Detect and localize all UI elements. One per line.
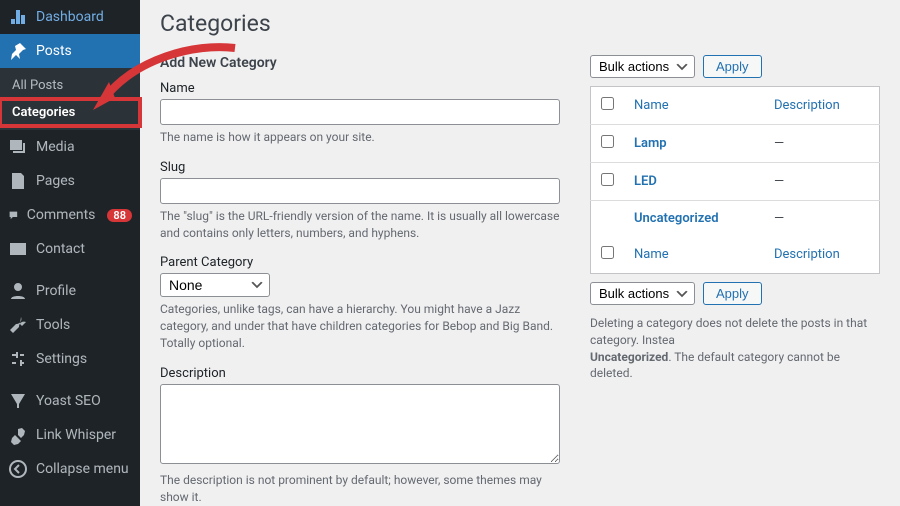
sidebar-item-collapse[interactable]: Collapse menu bbox=[0, 452, 140, 486]
sidebar-item-profile[interactable]: Profile bbox=[0, 274, 140, 308]
admin-sidebar: Dashboard Posts All Posts Categories Med… bbox=[0, 0, 140, 506]
categories-table: Name Description Lamp — LED — Uncategorized —… bbox=[590, 86, 880, 274]
bulk-actions-top[interactable]: Bulk actions bbox=[590, 55, 695, 78]
sidebar-item-dashboard[interactable]: Dashboard bbox=[0, 0, 140, 34]
sidebar-item-pages[interactable]: Pages bbox=[0, 164, 140, 198]
category-desc: — bbox=[764, 201, 880, 237]
desc-textarea[interactable] bbox=[160, 384, 560, 464]
select-all-bottom[interactable] bbox=[601, 246, 614, 259]
link-icon bbox=[8, 425, 28, 445]
sidebar-item-comments[interactable]: Comments 88 bbox=[0, 198, 140, 232]
desc-label: Description bbox=[160, 366, 560, 381]
category-list: Bulk actions Apply Name Description Lamp… bbox=[590, 55, 880, 506]
main-content: Categories Add New Category Name The nam… bbox=[140, 0, 900, 506]
comments-badge: 88 bbox=[107, 209, 132, 222]
category-desc: — bbox=[764, 125, 880, 163]
parent-select[interactable]: None bbox=[160, 273, 270, 297]
pin-icon bbox=[8, 41, 28, 61]
dashboard-icon bbox=[8, 7, 28, 27]
category-desc: — bbox=[764, 163, 880, 201]
table-row: Lamp — bbox=[591, 125, 880, 163]
pages-icon bbox=[8, 171, 28, 191]
sidebar-item-label: Link Whisper bbox=[36, 427, 116, 443]
table-row: Uncategorized — bbox=[591, 201, 880, 237]
col-desc[interactable]: Description bbox=[774, 98, 840, 113]
sidebar-item-label: Collapse menu bbox=[36, 461, 129, 477]
desc-help: The description is not prominent by defa… bbox=[160, 472, 560, 506]
posts-submenu: All Posts Categories bbox=[0, 68, 140, 130]
sidebar-item-settings[interactable]: Settings bbox=[0, 342, 140, 376]
name-help: The name is how it appears on your site. bbox=[160, 129, 560, 146]
sidebar-item-label: Pages bbox=[36, 173, 75, 189]
category-link[interactable]: Uncategorized bbox=[634, 211, 719, 226]
collapse-icon bbox=[8, 459, 28, 479]
category-link[interactable]: Lamp bbox=[634, 136, 667, 151]
name-input[interactable] bbox=[160, 99, 560, 125]
apply-top-button[interactable]: Apply bbox=[703, 55, 762, 78]
col-name-foot[interactable]: Name bbox=[634, 247, 669, 262]
sidebar-item-label: Posts bbox=[36, 43, 72, 59]
slug-label: Slug bbox=[160, 160, 560, 175]
slug-input[interactable] bbox=[160, 178, 560, 204]
delete-footnote: Deleting a category does not delete the … bbox=[590, 315, 880, 382]
col-name[interactable]: Name bbox=[634, 98, 669, 113]
add-category-form: Add New Category Name The name is how it… bbox=[160, 55, 560, 506]
sidebar-item-label: Profile bbox=[36, 283, 76, 299]
sidebar-item-label: Media bbox=[36, 139, 75, 155]
sidebar-item-contact[interactable]: Contact bbox=[0, 232, 140, 266]
sidebar-item-tools[interactable]: Tools bbox=[0, 308, 140, 342]
sidebar-item-posts[interactable]: Posts bbox=[0, 34, 140, 68]
submenu-categories[interactable]: Categories bbox=[0, 99, 140, 126]
sidebar-item-label: Dashboard bbox=[36, 9, 104, 25]
sidebar-item-yoast[interactable]: Yoast SEO bbox=[0, 384, 140, 418]
apply-bottom-button[interactable]: Apply bbox=[703, 282, 762, 305]
comments-icon bbox=[8, 205, 19, 225]
sidebar-item-label: Yoast SEO bbox=[36, 393, 101, 409]
yoast-icon bbox=[8, 391, 28, 411]
tools-icon bbox=[8, 315, 28, 335]
row-checkbox[interactable] bbox=[601, 173, 614, 186]
page-title: Categories bbox=[160, 10, 880, 37]
media-icon bbox=[8, 137, 28, 157]
sidebar-item-label: Settings bbox=[36, 351, 87, 367]
parent-help: Categories, unlike tags, can have a hier… bbox=[160, 301, 560, 351]
col-desc-foot[interactable]: Description bbox=[774, 247, 840, 262]
name-label: Name bbox=[160, 81, 560, 96]
sidebar-item-label: Tools bbox=[36, 317, 70, 333]
table-row: LED — bbox=[591, 163, 880, 201]
sidebar-item-media[interactable]: Media bbox=[0, 130, 140, 164]
profile-icon bbox=[8, 281, 28, 301]
form-heading: Add New Category bbox=[160, 55, 560, 71]
mail-icon bbox=[8, 239, 28, 259]
settings-icon bbox=[8, 349, 28, 369]
parent-label: Parent Category bbox=[160, 255, 560, 270]
bulk-actions-bottom[interactable]: Bulk actions bbox=[590, 282, 695, 305]
submenu-all-posts[interactable]: All Posts bbox=[0, 72, 140, 99]
row-checkbox[interactable] bbox=[601, 135, 614, 148]
sidebar-item-link-whisper[interactable]: Link Whisper bbox=[0, 418, 140, 452]
select-all-top[interactable] bbox=[601, 97, 614, 110]
category-link[interactable]: LED bbox=[634, 174, 657, 189]
sidebar-item-label: Comments bbox=[27, 207, 96, 223]
slug-help: The "slug" is the URL-friendly version o… bbox=[160, 208, 560, 242]
sidebar-item-label: Contact bbox=[36, 241, 85, 257]
